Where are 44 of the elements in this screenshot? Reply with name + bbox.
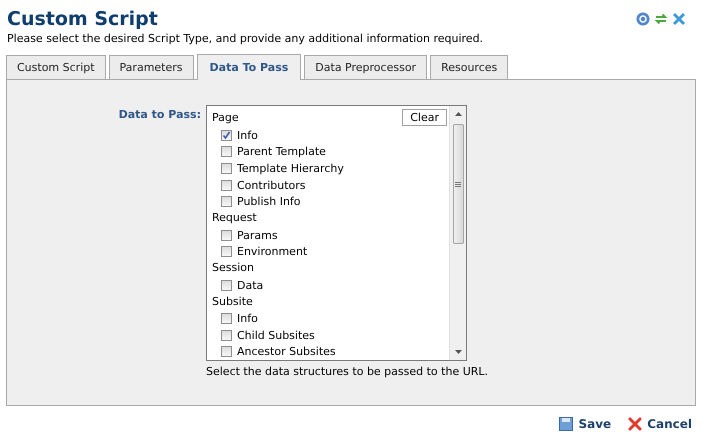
close-icon: [628, 417, 642, 431]
scroll-down-icon[interactable]: [454, 350, 462, 354]
checkbox-label[interactable]: Parent Template: [237, 145, 326, 158]
checkbox-label[interactable]: Publish Info: [237, 195, 301, 208]
tab[interactable]: Custom Script: [6, 55, 106, 79]
checkbox-label[interactable]: Info: [237, 312, 258, 326]
checkbox[interactable]: [221, 146, 232, 158]
checkbox[interactable]: [221, 280, 232, 291]
scroll-up-icon[interactable]: [454, 112, 462, 116]
checkbox-label[interactable]: Child Subsites: [237, 328, 315, 342]
checkbox-label[interactable]: Params: [237, 228, 278, 242]
tab[interactable]: Parameters: [108, 55, 194, 79]
checkbox-label[interactable]: Info: [237, 128, 258, 142]
checkbox[interactable]: [221, 313, 232, 324]
close-icon[interactable]: [672, 12, 686, 26]
checkbox-label[interactable]: Template Hierarchy: [237, 162, 344, 175]
clear-button[interactable]: Clear: [402, 109, 447, 126]
tab[interactable]: Data Preprocessor: [304, 55, 428, 79]
cancel-button[interactable]: Cancel: [628, 417, 692, 431]
tab[interactable]: Resources: [430, 55, 508, 79]
scrollbar[interactable]: [449, 106, 466, 360]
checkbox-label[interactable]: Contributors: [237, 178, 306, 192]
instructions-text: Please select the desired Script Type, and provide any additional information required.: [6, 32, 484, 46]
checkbox[interactable]: [221, 162, 232, 174]
group-label: Page: [212, 110, 239, 126]
tab[interactable]: Data To Pass: [196, 54, 302, 80]
hint-text: Select the data structures to be passed to the URL.: [206, 365, 488, 378]
checkbox[interactable]: [221, 130, 232, 141]
field-label: Data to Pass:: [118, 107, 201, 123]
group-label: Session: [212, 260, 254, 276]
checkbox[interactable]: [221, 230, 232, 241]
checkbox[interactable]: [221, 246, 232, 258]
group-label: Request: [212, 210, 257, 226]
checkbox-label[interactable]: Environment: [237, 245, 308, 258]
save-button[interactable]: Save: [559, 417, 612, 431]
checkbox[interactable]: [221, 330, 232, 341]
group-label: Subsite: [212, 294, 253, 310]
checkbox[interactable]: [221, 346, 232, 358]
checkbox[interactable]: [221, 196, 232, 208]
grip-icon: [455, 182, 461, 186]
page-title: Custom Script: [7, 7, 158, 32]
checkbox[interactable]: [221, 180, 232, 191]
checkbox-label[interactable]: Data: [237, 278, 264, 292]
checkbox-label[interactable]: Ancestor Subsites: [237, 345, 336, 358]
